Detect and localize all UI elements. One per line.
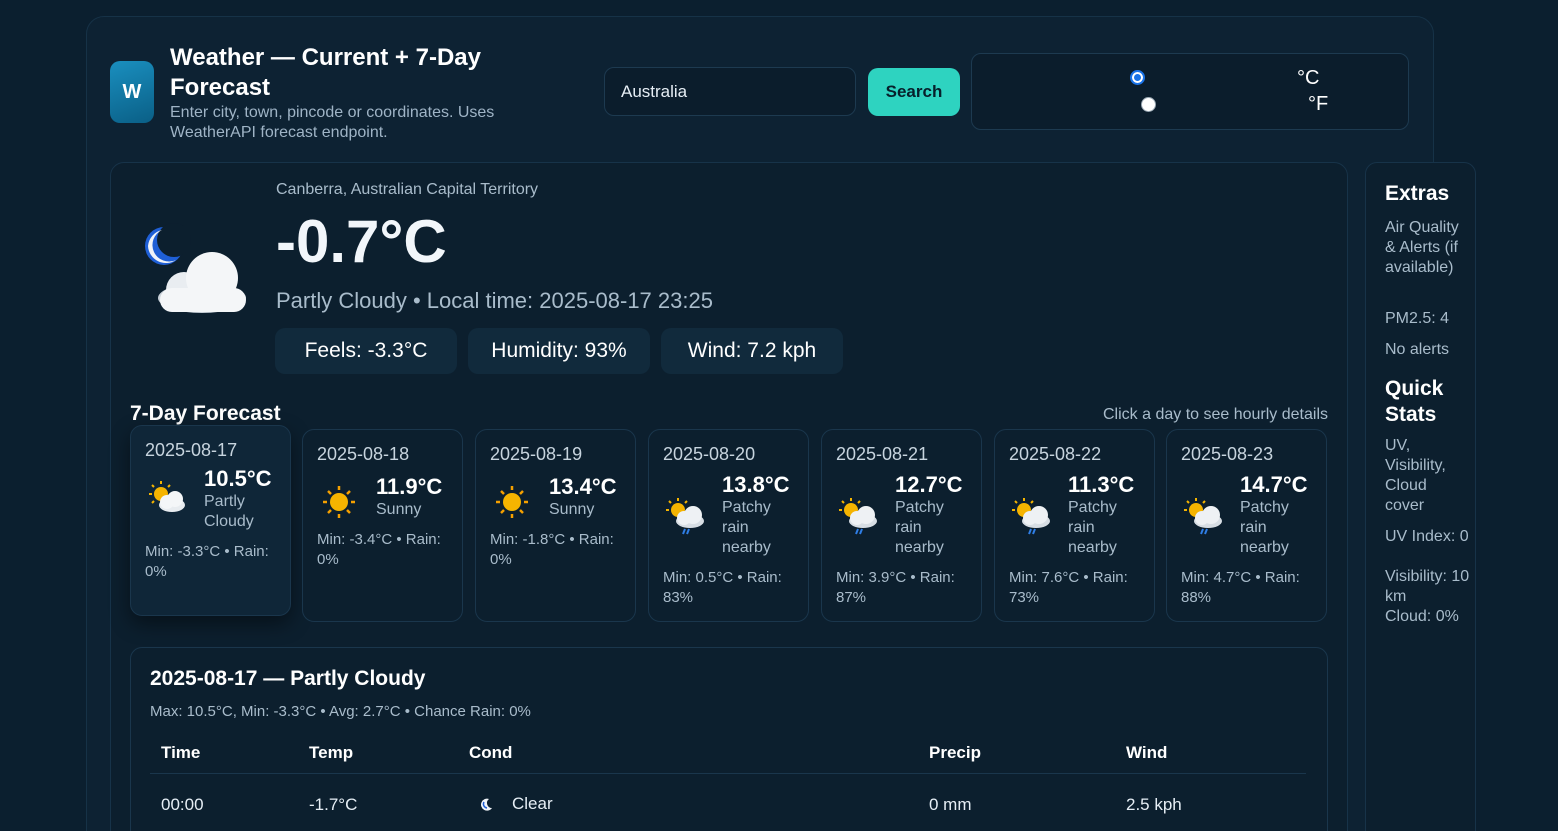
day-date: 2025-08-20	[663, 444, 756, 464]
day-max-temp: 10.5°C	[204, 466, 272, 491]
day-condition: Patchy rain nearby	[722, 499, 771, 556]
day-condition: Partly Cloudy	[204, 493, 254, 530]
day-min-rain: Min: 0.5°C • Rain: 83%	[663, 569, 782, 606]
day-card[interactable]: 2025-08-23 14.7°C Patchy rain nearby Min…	[1166, 429, 1327, 622]
row-temp: -1.7°C	[309, 795, 358, 814]
search-input[interactable]	[604, 67, 856, 116]
day-min-rain: Min: 3.9°C • Rain: 87%	[836, 569, 955, 606]
current-condition: Partly Cloudy • Local time: 2025-08-17 2…	[276, 288, 713, 313]
day-date: 2025-08-18	[317, 444, 410, 464]
current-location: Canberra, Australian Capital Territory	[276, 181, 539, 198]
row-time: 00:00	[161, 795, 204, 814]
day-max-temp: 11.3°C	[1068, 472, 1135, 497]
extras-title: Extras	[1385, 182, 1450, 205]
day-card[interactable]: 2025-08-22 11.3°C Patchy rain nearby Min…	[994, 429, 1155, 622]
sun-icon	[317, 480, 361, 524]
forecast-title: 7-Day Forecast	[130, 402, 281, 425]
day-date: 2025-08-19	[490, 444, 583, 464]
row-condition: Clear	[512, 794, 553, 813]
cloud-cover-value: Cloud: 0%	[1385, 608, 1459, 625]
day-date: 2025-08-17	[145, 440, 238, 460]
unit-toggle	[971, 53, 1409, 130]
day-max-temp: 12.7°C	[895, 472, 963, 497]
table-divider	[150, 773, 1306, 774]
visibility-value: Visibility: 10 km	[1385, 568, 1470, 605]
col-header-temp: Temp	[309, 743, 354, 762]
day-max-temp: 14.7°C	[1240, 472, 1308, 497]
col-header-precip: Precip	[929, 743, 981, 762]
day-min-rain: Min: -3.3°C • Rain: 0%	[145, 543, 269, 580]
page-title: Weather — Current + 7-Day Forecast	[170, 44, 481, 101]
patchy-rain-icon	[1181, 494, 1225, 538]
day-condition: Sunny	[549, 501, 595, 518]
patchy-rain-icon	[663, 494, 707, 538]
logo-letter: W	[122, 80, 142, 103]
day-card[interactable]: 2025-08-20 13.8°C Patchy rain nearby Min…	[648, 429, 809, 622]
row-wind: 2.5 kph	[1126, 795, 1182, 814]
pm25-value: PM2.5: 4	[1385, 310, 1450, 327]
current-temperature: -0.7°C	[276, 208, 447, 275]
fahrenheit-label[interactable]: °F	[1308, 93, 1328, 116]
day-min-rain: Min: 4.7°C • Rain: 88%	[1181, 569, 1300, 606]
page-subtitle: Enter city, town, pincode or coordinates…	[170, 104, 495, 141]
day-card[interactable]: 2025-08-18 11.9°C Sunny Min: -3.4°C • Ra…	[302, 429, 463, 622]
day-date: 2025-08-22	[1009, 444, 1102, 464]
quick-stats-title: Quick Stats	[1385, 377, 1444, 426]
day-card[interactable]: 2025-08-21 12.7°C Patchy rain nearby Min…	[821, 429, 982, 622]
feels-like-pill: Feels: -3.3°C	[275, 328, 457, 374]
app-logo: W	[110, 61, 154, 123]
fahrenheit-radio[interactable]	[1141, 97, 1156, 112]
day-min-rain: Min: -1.8°C • Rain: 0%	[490, 531, 614, 568]
moon-icon	[481, 798, 492, 811]
day-card[interactable]: 2025-08-19 13.4°C Sunny Min: -1.8°C • Ra…	[475, 429, 636, 622]
col-header-wind: Wind	[1126, 743, 1168, 762]
day-min-rain: Min: -3.4°C • Rain: 0%	[317, 531, 441, 568]
humidity-pill: Humidity: 93%	[468, 328, 650, 374]
detail-summary: Max: 10.5°C, Min: -3.3°C • Avg: 2.7°C • …	[150, 703, 531, 720]
day-card[interactable]: 2025-08-17 10.5°C Partly Cloudy Min: -3.…	[130, 425, 291, 616]
day-condition: Patchy rain nearby	[1240, 499, 1289, 556]
moon-cloud-icon	[145, 223, 246, 313]
col-header-cond: Cond	[469, 743, 513, 762]
celsius-label[interactable]: °C	[1297, 67, 1319, 90]
day-condition: Patchy rain nearby	[895, 499, 944, 556]
row-precip: 0 mm	[929, 795, 972, 814]
wind-pill: Wind: 7.2 kph	[661, 328, 843, 374]
day-min-rain: Min: 7.6°C • Rain: 73%	[1009, 569, 1128, 606]
forecast-hint: Click a day to see hourly details	[1103, 406, 1328, 423]
patchy-rain-icon	[836, 494, 880, 538]
quick-stats-label: UV, Visibility, Cloud cover	[1385, 437, 1446, 514]
air-quality-label: Air Quality & Alerts (if available)	[1385, 219, 1459, 276]
day-condition: Sunny	[376, 501, 422, 518]
alerts-status: No alerts	[1385, 341, 1450, 358]
detail-title: 2025-08-17 — Partly Cloudy	[150, 667, 426, 690]
patchy-rain-icon	[1009, 494, 1053, 538]
sun-icon	[490, 480, 534, 524]
col-header-time: Time	[161, 743, 201, 762]
search-button[interactable]: Search	[868, 68, 960, 116]
uv-index: UV Index: 0	[1385, 528, 1469, 545]
day-max-temp: 13.8°C	[722, 472, 790, 497]
day-condition: Patchy rain nearby	[1068, 499, 1117, 556]
day-max-temp: 11.9°C	[376, 474, 443, 499]
day-max-temp: 13.4°C	[549, 474, 617, 499]
day-date: 2025-08-23	[1181, 444, 1274, 464]
partly-cloudy-icon	[145, 476, 189, 520]
day-date: 2025-08-21	[836, 444, 929, 464]
celsius-radio[interactable]	[1130, 70, 1145, 85]
